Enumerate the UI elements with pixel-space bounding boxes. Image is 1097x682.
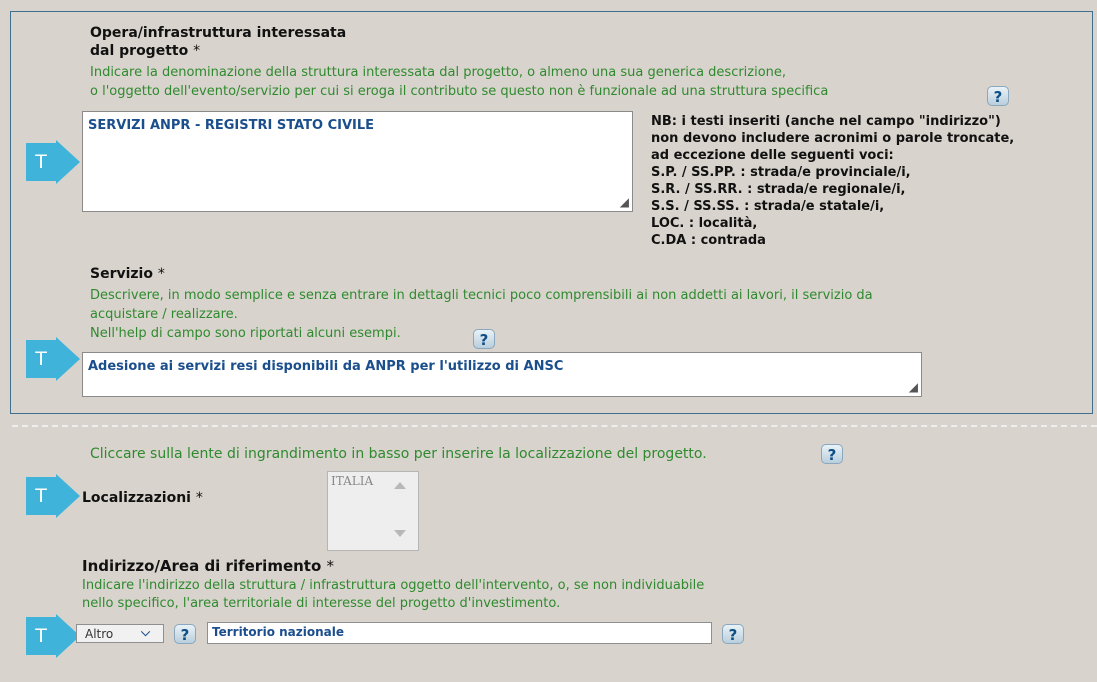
arrow-pointer (56, 337, 80, 381)
servizio-textarea[interactable]: Adesione ai servizi resi disponibili da … (82, 352, 922, 397)
servizio-value: Adesione ai servizi resi disponibili da … (88, 359, 564, 374)
arrow-t-badge-icon: T (26, 340, 56, 378)
indirizzo-help-icon[interactable]: ? (722, 624, 744, 644)
opera-hint-line2: o l'oggetto dell'evento/servizio per cui… (90, 84, 829, 99)
nb-note: NB: i testi inseriti (anche nel campo "i… (651, 113, 1014, 249)
chevron-down-icon: ⌵ (141, 625, 151, 639)
opera-hint-line1: Indicare la denominazione della struttur… (90, 65, 787, 80)
indirizzo-type-value: Altro (85, 627, 114, 641)
required-marker: * (195, 490, 203, 506)
localizzazioni-hint: Cliccare sulla lente di ingrandimento in… (90, 446, 707, 462)
arrow-pointer (56, 474, 80, 518)
servizio-label-text: Servizio (90, 266, 153, 282)
section-divider (12, 425, 1097, 427)
opera-label-line2: dal progetto (90, 43, 189, 59)
indirizzo-hint-line1: Indicare l'indirizzo della struttura / i… (82, 578, 705, 593)
nb-line: C.DA : contrada (651, 233, 766, 248)
servizio-label: Servizio * (90, 266, 165, 282)
arrow-t-badge-icon: T (26, 477, 56, 515)
localizzazioni-listbox[interactable]: ITALIA (327, 471, 419, 551)
localizzazioni-help-icon[interactable]: ? (821, 444, 843, 464)
indirizzo-input[interactable]: Territorio nazionale (207, 622, 712, 644)
opera-hint: Indicare la denominazione della struttur… (90, 63, 828, 101)
opera-textarea[interactable]: SERVIZI ANPR - REGISTRI STATO CIVILE ◢ (82, 111, 633, 212)
indirizzo-label: Indirizzo/Area di riferimento * (82, 557, 334, 575)
localizzazioni-label: Localizzazioni * (82, 490, 203, 506)
nb-line: S.P. / SS.PP. : strada/e provinciale/i, (651, 165, 911, 180)
arrow-t-badge-icon: T (26, 143, 56, 181)
indirizzo-type-help-icon[interactable]: ? (174, 624, 196, 644)
localizzazioni-label-text: Localizzazioni (82, 490, 191, 506)
indirizzo-label-text: Indirizzo/Area di riferimento (82, 557, 322, 575)
arrow-pointer (56, 140, 80, 184)
nb-line: S.R. / SS.RR. : strada/e regionale/i, (651, 182, 906, 197)
localizzazioni-item[interactable]: ITALIA (331, 474, 373, 488)
required-marker: * (193, 43, 201, 59)
resize-grip-icon[interactable]: ◢ (909, 380, 918, 394)
nb-line: non devono includere acronimi o parole t… (651, 131, 1015, 146)
servizio-help-icon[interactable]: ? (473, 329, 495, 349)
opera-help-icon[interactable]: ? (987, 86, 1009, 106)
scroll-up-icon[interactable] (394, 482, 406, 489)
opera-label: Opera/infrastruttura interessata dal pro… (90, 24, 346, 60)
opera-label-line1: Opera/infrastruttura interessata (90, 25, 347, 41)
scroll-down-icon[interactable] (394, 530, 406, 537)
opera-value: SERVIZI ANPR - REGISTRI STATO CIVILE (88, 118, 375, 133)
indirizzo-type-select[interactable]: Altro ⌵ (76, 624, 164, 643)
required-marker: * (326, 557, 335, 575)
nb-line: LOC. : località, (651, 216, 758, 231)
arrow-t-badge-icon: T (26, 617, 56, 655)
servizio-hint-line1: Descrivere, in modo semplice e senza ent… (90, 288, 873, 303)
nb-line: ad eccezione delle seguenti voci: (651, 148, 894, 163)
required-marker: * (157, 266, 165, 282)
nb-line: S.S. / SS.SS. : strada/e statale/i, (651, 199, 885, 214)
indirizzo-hint-line2: nello specifico, l'area territoriale di … (82, 596, 561, 611)
resize-grip-icon[interactable]: ◢ (620, 195, 629, 209)
indirizzo-hint: Indicare l'indirizzo della struttura / i… (82, 577, 704, 613)
servizio-hint-line2: acquistare / realizzare. (90, 307, 238, 322)
nb-line: NB: i testi inseriti (anche nel campo "i… (651, 114, 1001, 129)
